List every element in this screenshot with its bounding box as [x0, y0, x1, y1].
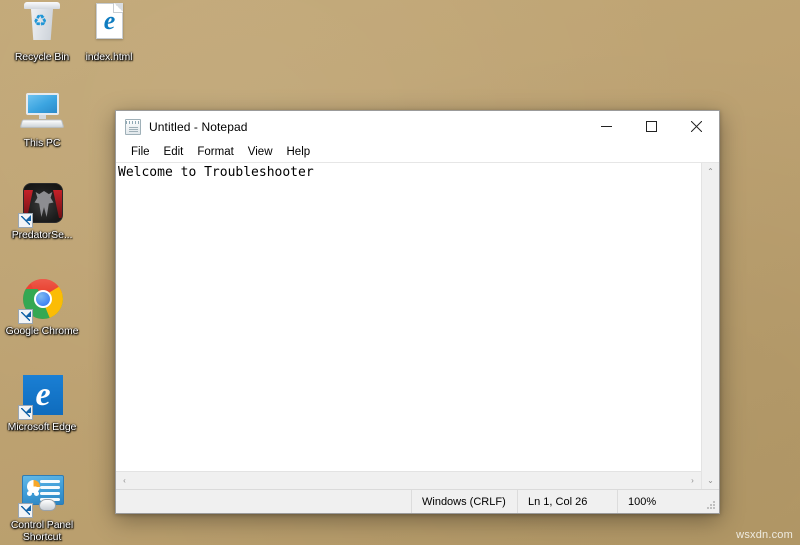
desktop-icon-google-chrome[interactable]: Google Chrome — [4, 276, 80, 338]
desktop-icon-label: Microsoft Edge — [7, 421, 77, 433]
desktop-icon-label: PredatorSe... — [11, 229, 73, 241]
scroll-up-arrow-icon[interactable]: ⌃ — [702, 163, 719, 180]
menu-item-format[interactable]: Format — [190, 144, 240, 160]
menu-item-file[interactable]: File — [124, 144, 157, 160]
menu-item-edit[interactable]: Edit — [157, 144, 191, 160]
predator-sense-icon — [18, 180, 66, 228]
desktop-icon-label: Control Panel Shortcut — [10, 519, 74, 543]
vertical-scrollbar[interactable]: ⌃ ⌄ — [701, 163, 719, 489]
control-panel-icon — [18, 470, 66, 518]
shortcut-arrow-icon — [18, 405, 33, 420]
watermark: wsxdn.com — [736, 529, 793, 541]
recycle-bin-icon: ♻ — [18, 2, 66, 50]
shortcut-arrow-icon — [18, 503, 33, 518]
maximize-button[interactable] — [629, 111, 674, 142]
google-chrome-icon — [18, 276, 66, 324]
shortcut-arrow-icon — [18, 213, 33, 228]
text-pane: Welcome to Troubleshooter ‹ › — [116, 163, 701, 489]
desktop-icon-this-pc[interactable]: This PC — [4, 88, 80, 150]
status-zoom-level: 100% — [617, 490, 703, 513]
html-document-icon: e — [85, 2, 133, 50]
desktop-icon-label: Google Chrome — [5, 325, 79, 337]
close-button[interactable] — [674, 111, 719, 142]
desktop-icon-predator-sense[interactable]: PredatorSe... — [4, 180, 80, 242]
desktop-icon-label: index.html — [85, 51, 133, 63]
horizontal-scrollbar[interactable]: ‹ › — [116, 471, 701, 489]
window-controls — [584, 111, 719, 142]
shortcut-arrow-icon — [18, 309, 33, 324]
text-editor[interactable]: Welcome to Troubleshooter — [116, 163, 701, 471]
status-cursor-position: Ln 1, Col 26 — [517, 490, 617, 513]
minimize-button[interactable] — [584, 111, 629, 142]
notepad-icon — [125, 118, 141, 135]
desktop-icon-label: This PC — [23, 137, 61, 149]
desktop-icon-recycle-bin[interactable]: ♻ Recycle Bin — [4, 2, 80, 64]
notepad-titlebar[interactable]: Untitled - Notepad — [116, 111, 719, 142]
notepad-edit-region: Welcome to Troubleshooter ‹ › ⌃ ⌄ — [116, 162, 719, 489]
notepad-window[interactable]: Untitled - Notepad File Edit Format View… — [115, 110, 720, 514]
desktop-icon-index-html[interactable]: e index.html — [71, 2, 147, 64]
desktop-icon-control-panel[interactable]: Control Panel Shortcut — [4, 470, 80, 543]
desktop[interactable]: ♻ Recycle Bin e index.html This PC Preda… — [0, 0, 800, 545]
microsoft-edge-icon: e — [18, 372, 66, 420]
window-title: Untitled - Notepad — [149, 119, 248, 134]
notepad-statusbar: Windows (CRLF) Ln 1, Col 26 100% — [116, 489, 719, 513]
resize-grip[interactable] — [703, 490, 719, 513]
menu-item-help[interactable]: Help — [280, 144, 318, 160]
scroll-left-arrow-icon[interactable]: ‹ — [116, 472, 133, 489]
notepad-menubar[interactable]: File Edit Format View Help — [116, 142, 719, 162]
scroll-down-arrow-icon[interactable]: ⌄ — [702, 472, 719, 489]
desktop-icon-microsoft-edge[interactable]: e Microsoft Edge — [4, 372, 80, 434]
scroll-right-arrow-icon[interactable]: › — [684, 472, 701, 489]
desktop-icon-label: Recycle Bin — [14, 51, 70, 63]
this-pc-icon — [18, 88, 66, 136]
menu-item-view[interactable]: View — [241, 144, 280, 160]
status-encoding: Windows (CRLF) — [411, 490, 517, 513]
